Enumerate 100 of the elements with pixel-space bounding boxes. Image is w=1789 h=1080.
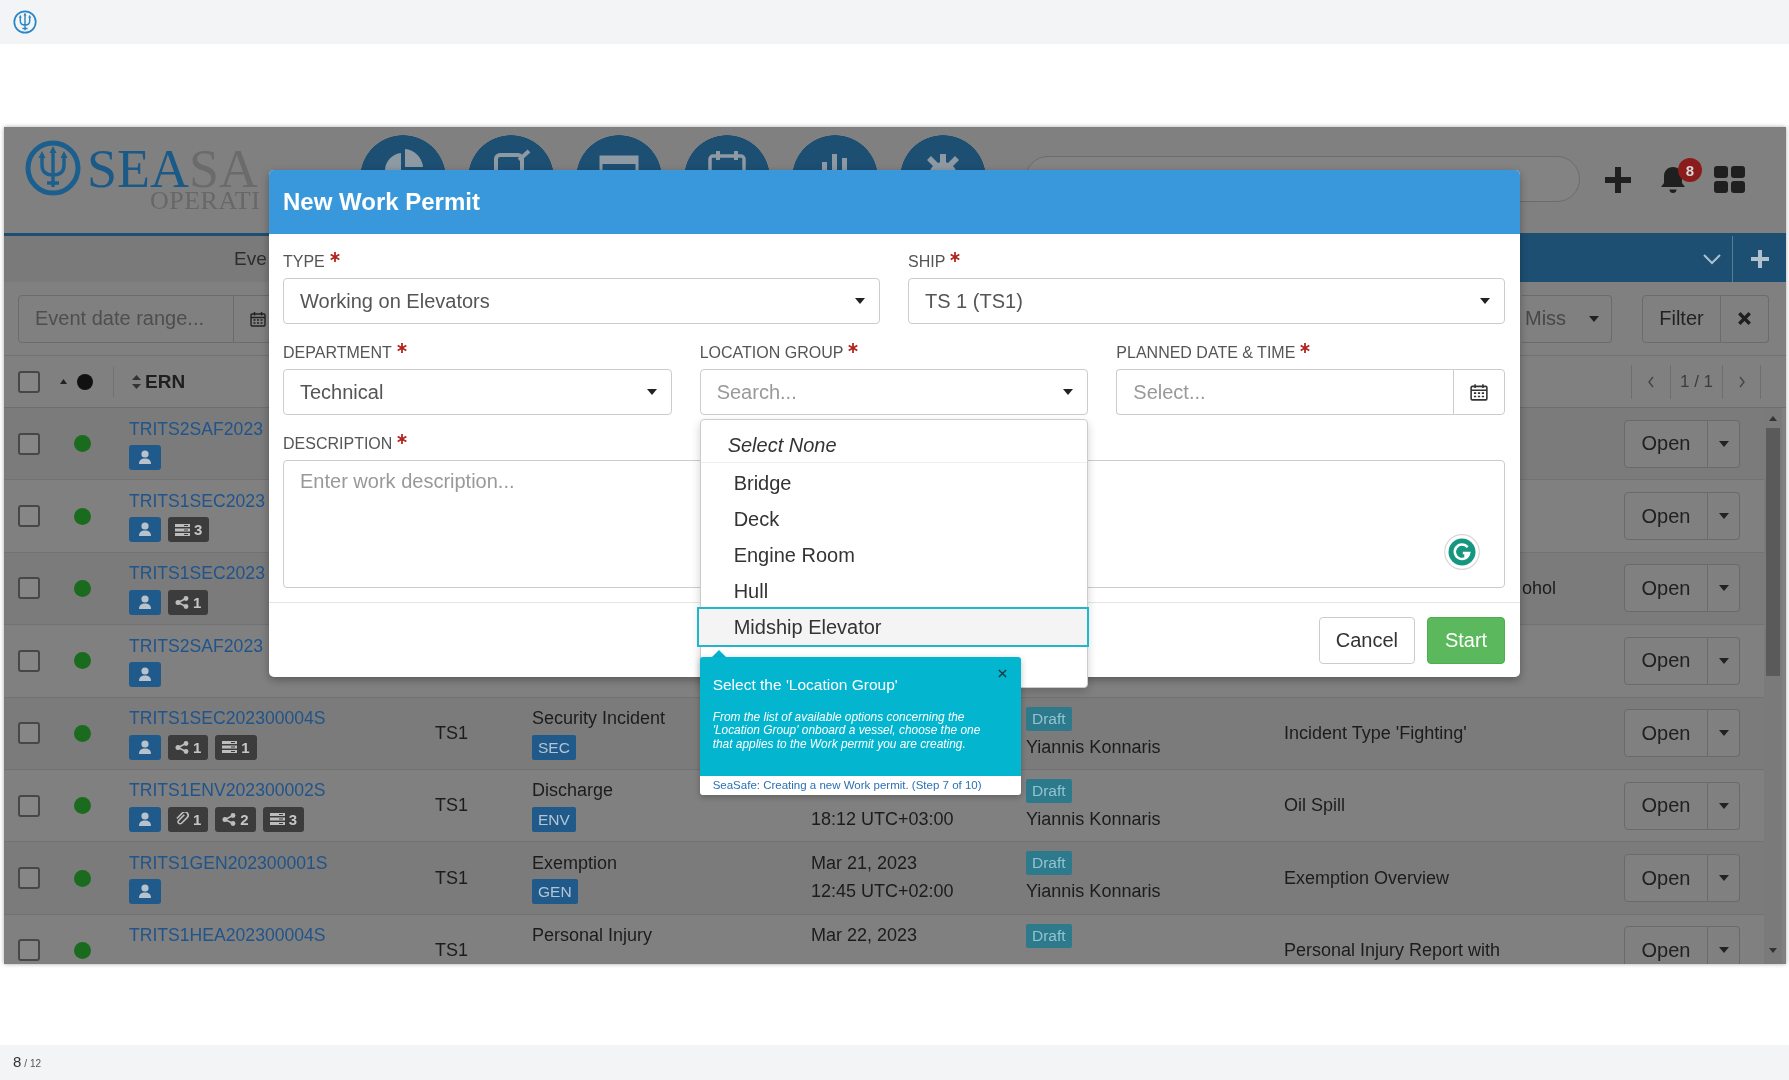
trident-icon: [13, 10, 37, 34]
open-menu-button[interactable]: [1708, 492, 1740, 541]
field-label: SHIP: [908, 252, 946, 272]
status-tag: Draft: [1026, 923, 1072, 948]
scrollbar-thumb[interactable]: [1766, 428, 1780, 676]
description-text: Oil Spill: [1284, 795, 1345, 817]
open-button[interactable]: Open: [1624, 926, 1708, 964]
date-field[interactable]: Select...: [1116, 369, 1453, 415]
tooltip-text: From the list of available options concerning the 'Location Group' onboard a vessel, choose the one that applies to the Work permit you are creating.: [712, 711, 982, 751]
start-button[interactable]: Start: [1427, 616, 1505, 664]
open-menu-button[interactable]: [1708, 781, 1740, 830]
open-menu-button[interactable]: [1708, 564, 1740, 613]
open-menu-button[interactable]: [1708, 709, 1740, 758]
close-icon[interactable]: [1738, 312, 1751, 325]
close-icon[interactable]: [997, 669, 1007, 678]
grid-icon[interactable]: [1714, 166, 1745, 194]
caret-icon: [1718, 947, 1729, 954]
ship-code: TS1: [435, 867, 468, 889]
caret-down-icon[interactable]: [1769, 948, 1777, 953]
sort-icon[interactable]: [132, 374, 141, 389]
caret-icon: [855, 298, 865, 304]
category-tag: GEN: [532, 879, 578, 905]
person-icon: [129, 734, 161, 760]
item-count: 1: [193, 738, 202, 756]
open-menu-button[interactable]: [1708, 636, 1740, 685]
caret-icon: [1589, 315, 1599, 322]
status-dot-icon: [74, 869, 91, 887]
filter-button[interactable]: Filter: [1642, 294, 1721, 343]
owner-name: Yiannis Konnaris: [1026, 881, 1161, 903]
description-text: ohol: [1522, 577, 1557, 599]
bell-icon[interactable]: [1659, 165, 1687, 195]
open-button[interactable]: Open: [1624, 781, 1708, 830]
row-checkbox[interactable]: [18, 794, 40, 817]
page-indicator: 1 / 1: [1670, 364, 1722, 399]
trident-icon: [25, 140, 81, 196]
clear-filter-button[interactable]: [1721, 294, 1769, 343]
select-all-checkbox[interactable]: [18, 370, 40, 393]
row-checkbox[interactable]: [18, 939, 40, 962]
open-button[interactable]: Open: [1624, 636, 1708, 685]
event-type: Exemption: [532, 852, 618, 874]
date-text: Mar 22, 2023: [811, 925, 918, 947]
row-checkbox[interactable]: [18, 649, 40, 672]
person-icon: [129, 879, 161, 905]
owner-name: Yiannis Konnaris: [1026, 808, 1161, 830]
status-dot-icon: [74, 724, 91, 742]
open-menu-button[interactable]: [1708, 854, 1740, 903]
dropdown-option[interactable]: Deck: [700, 501, 1088, 537]
caret-up-icon[interactable]: [60, 379, 67, 384]
row-checkbox[interactable]: [18, 867, 40, 890]
caret-icon: [1718, 657, 1729, 664]
dropdown-field[interactable]: Technical: [283, 369, 672, 415]
dropdown-option[interactable]: Midship Elevator: [696, 607, 1090, 647]
dropdown-field[interactable]: TS 1 (TS1): [908, 278, 1505, 324]
row-checkbox[interactable]: [18, 722, 40, 745]
dropdown-option[interactable]: Hull: [700, 573, 1088, 609]
field-label: DEPARTMENT: [283, 343, 392, 363]
dropdown-search-field[interactable]: Search...: [699, 369, 1089, 415]
status-tag: Draft: [1026, 851, 1072, 876]
row-checkbox[interactable]: [18, 432, 40, 455]
open-button[interactable]: Open: [1624, 419, 1708, 468]
dropdown-field[interactable]: Working on Elevators: [283, 278, 880, 324]
chevron-right-icon: [1737, 375, 1746, 388]
row-checkbox[interactable]: [18, 505, 40, 528]
item-count: 1: [241, 738, 250, 756]
open-button[interactable]: Open: [1624, 854, 1708, 903]
plus-icon: [1750, 250, 1769, 268]
g-circle-icon[interactable]: [1444, 534, 1480, 570]
open-button[interactable]: Open: [1624, 564, 1708, 613]
dropdown-option[interactable]: Engine Room: [700, 537, 1088, 573]
open-menu-button[interactable]: [1708, 926, 1740, 964]
item-count: 3: [288, 810, 298, 828]
person-icon: [129, 806, 161, 832]
caret-icon: [1718, 513, 1729, 520]
field-label: PLANNED DATE & TIME: [1116, 343, 1296, 363]
status-dot-icon: [74, 797, 91, 815]
tooltip-footer: SeaSafe: Creating a new Work permit. (Step 7 of 10): [699, 776, 1021, 795]
dropdown-option[interactable]: Bridge: [700, 465, 1088, 501]
open-button[interactable]: Open: [1624, 492, 1708, 541]
column-header[interactable]: ERN: [145, 370, 186, 393]
calendar-icon: [1470, 383, 1488, 401]
category-select[interactable]: Miss: [1522, 294, 1612, 343]
tab[interactable]: Eve: [4, 236, 269, 282]
open-button[interactable]: Open: [1624, 709, 1708, 758]
dropdown-option[interactable]: Select None: [700, 420, 1088, 463]
caret-icon: [1480, 298, 1490, 304]
status-dot-icon: [74, 941, 91, 959]
notification-badge: 8: [1678, 158, 1702, 182]
person-icon: [129, 517, 161, 543]
share-icon: [222, 812, 237, 826]
plus-icon[interactable]: [1605, 167, 1631, 193]
caret-icon: [1718, 585, 1729, 592]
list-icon: [269, 813, 285, 826]
cancel-button[interactable]: Cancel: [1318, 616, 1415, 664]
row-checkbox[interactable]: [18, 577, 40, 600]
description-text: Incident Type 'Fighting': [1284, 722, 1467, 744]
field-label: TYPE: [283, 252, 325, 272]
caret-up-icon[interactable]: [1769, 416, 1777, 421]
status-dot-icon: [74, 652, 91, 670]
open-menu-button[interactable]: [1708, 419, 1740, 468]
event-type: Security Incident: [532, 708, 666, 730]
